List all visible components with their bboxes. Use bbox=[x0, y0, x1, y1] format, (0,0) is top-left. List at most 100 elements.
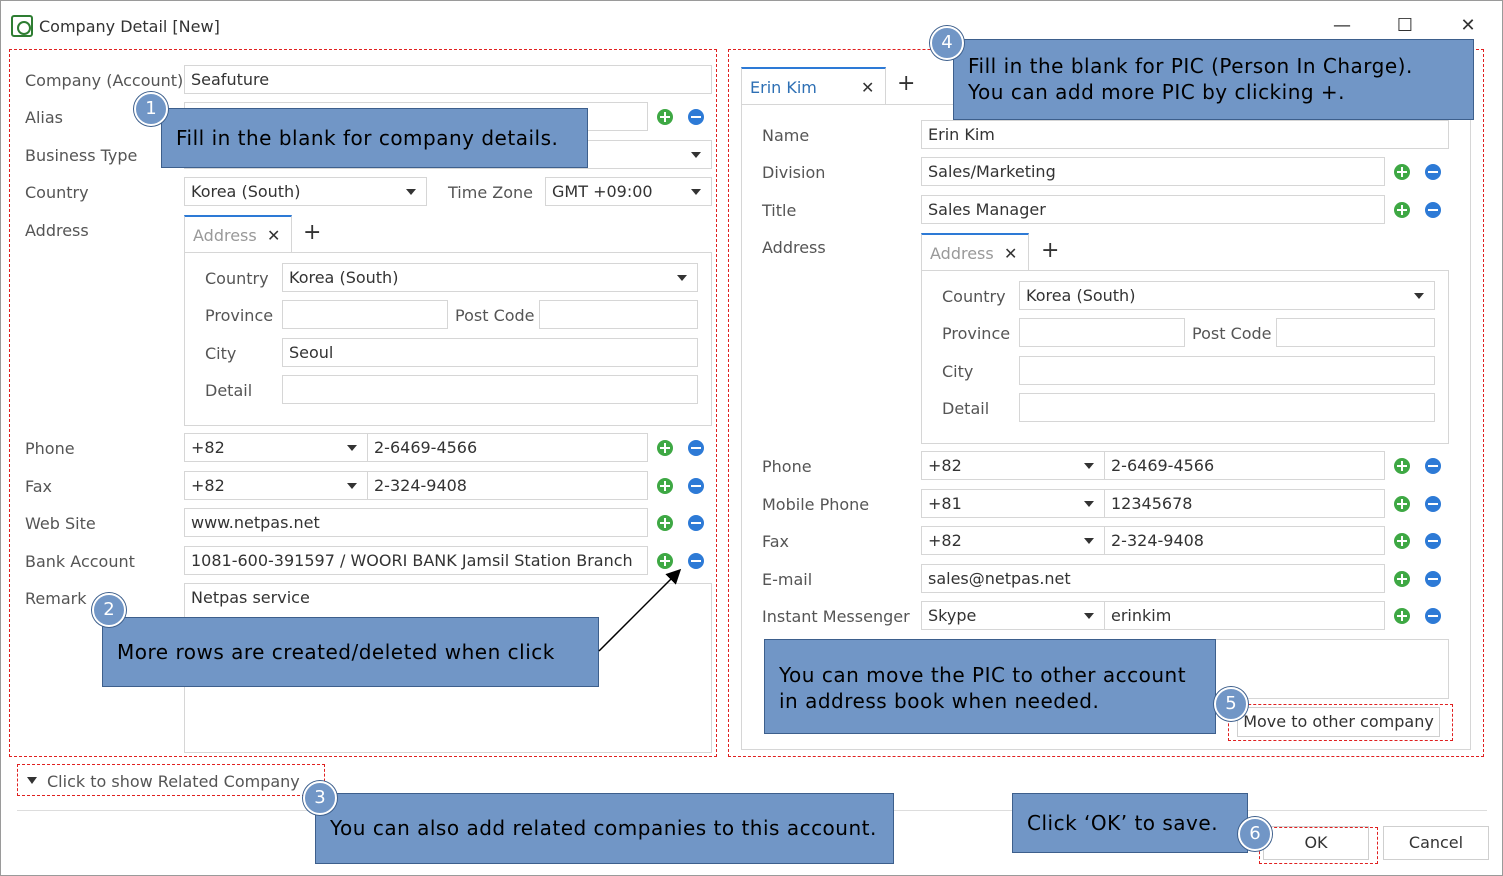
pic-fax-remove-icon[interactable] bbox=[1425, 533, 1441, 549]
minimize-button[interactable]: — bbox=[1327, 13, 1357, 39]
pic-addr-post-code-label: Post Code bbox=[1192, 324, 1272, 343]
bank-account-input[interactable]: 1081-600-391597 / WOORI BANK Jamsil Stat… bbox=[184, 546, 648, 575]
address-tab[interactable]: Address ✕ bbox=[184, 215, 292, 253]
fax-code-select[interactable]: +82 bbox=[184, 471, 368, 500]
window-title: Company Detail [New] bbox=[39, 17, 220, 36]
addr-province-input[interactable] bbox=[282, 300, 448, 329]
pic-fax-code-select[interactable]: +82 bbox=[921, 526, 1105, 555]
pic-im-remove-icon[interactable] bbox=[1425, 608, 1441, 624]
pic-mobile-remove-icon[interactable] bbox=[1425, 496, 1441, 512]
addr-city-input[interactable]: Seoul bbox=[282, 338, 698, 367]
addr-country-select[interactable]: Korea (South) bbox=[282, 263, 698, 292]
addr-detail-input[interactable] bbox=[282, 375, 698, 404]
callout-company-details: Fill in the blank for company details. bbox=[161, 108, 588, 168]
pic-addr-post-code-input[interactable] bbox=[1276, 318, 1435, 347]
step-badge-5: 5 bbox=[1214, 687, 1248, 721]
pic-tab-label: Erin Kim bbox=[750, 78, 817, 97]
pic-add-address-tab-icon[interactable]: + bbox=[1041, 238, 1059, 263]
callout-ok-save: Click ‘OK’ to save. bbox=[1012, 793, 1248, 853]
cancel-button[interactable]: Cancel bbox=[1383, 826, 1489, 860]
division-remove-icon[interactable] bbox=[1425, 164, 1441, 180]
fax-add-icon[interactable] bbox=[657, 478, 673, 494]
company-account-label: Company (Account) bbox=[25, 71, 184, 90]
app-logo-icon bbox=[11, 15, 33, 37]
address-tab-close-icon[interactable]: ✕ bbox=[267, 226, 280, 245]
pic-mobile-input[interactable]: 12345678 bbox=[1104, 489, 1385, 518]
pic-email-label: E-mail bbox=[762, 570, 813, 589]
close-window-button[interactable]: ✕ bbox=[1453, 13, 1483, 39]
pic-address-label: Address bbox=[762, 238, 826, 257]
pic-im-add-icon[interactable] bbox=[1394, 608, 1410, 624]
step-badge-1: 1 bbox=[134, 92, 168, 126]
callout-move-pic-line-1: You can move the PIC to other account bbox=[779, 663, 1187, 687]
pic-im-type-select[interactable]: Skype bbox=[921, 601, 1105, 630]
alias-label: Alias bbox=[25, 108, 63, 127]
address-tab-label: Address bbox=[193, 226, 257, 245]
title-remove-icon[interactable] bbox=[1425, 202, 1441, 218]
web-site-remove-icon[interactable] bbox=[688, 515, 704, 531]
phone-add-icon[interactable] bbox=[657, 440, 673, 456]
move-button-highlight bbox=[1228, 704, 1453, 741]
alias-remove-icon[interactable] bbox=[688, 109, 704, 125]
pic-division-input[interactable]: Sales/Marketing bbox=[921, 157, 1385, 186]
pic-tab-close-icon[interactable]: ✕ bbox=[861, 78, 874, 97]
fax-remove-icon[interactable] bbox=[688, 478, 704, 494]
business-type-label: Business Type bbox=[25, 146, 138, 165]
callout-move-pic-line-2: in address book when needed. bbox=[779, 689, 1100, 713]
pic-addr-country-select[interactable]: Korea (South) bbox=[1019, 281, 1435, 310]
pic-name-input[interactable]: Erin Kim bbox=[921, 120, 1449, 149]
pic-im-input[interactable]: erinkim bbox=[1104, 601, 1385, 630]
pic-phone-input[interactable]: 2-6469-4566 bbox=[1104, 451, 1385, 480]
addr-province-label: Province bbox=[205, 306, 274, 325]
maximize-button[interactable]: ☐ bbox=[1390, 13, 1420, 39]
fax-input[interactable]: 2-324-9408 bbox=[367, 471, 648, 500]
step-badge-3: 3 bbox=[303, 781, 337, 815]
add-address-tab-icon[interactable]: + bbox=[303, 220, 321, 245]
pic-addr-city-input[interactable] bbox=[1019, 356, 1435, 385]
addr-post-code-input[interactable] bbox=[539, 300, 698, 329]
web-site-add-icon[interactable] bbox=[657, 515, 673, 531]
expand-triangle-icon bbox=[27, 777, 37, 784]
country-select[interactable]: Korea (South) bbox=[184, 177, 427, 206]
pic-title-input[interactable]: Sales Manager bbox=[921, 195, 1385, 224]
pic-addr-detail-input[interactable] bbox=[1019, 393, 1435, 422]
division-add-icon[interactable] bbox=[1394, 164, 1410, 180]
callout-rows-create-delete: More rows are created/deleted when click bbox=[102, 617, 599, 687]
web-site-input[interactable]: www.netpas.net bbox=[184, 508, 648, 537]
pic-phone-add-icon[interactable] bbox=[1394, 458, 1410, 474]
pic-addr-province-label: Province bbox=[942, 324, 1011, 343]
addr-detail-label: Detail bbox=[205, 381, 253, 400]
phone-remove-icon[interactable] bbox=[688, 440, 704, 456]
pic-mobile-add-icon[interactable] bbox=[1394, 496, 1410, 512]
pic-email-add-icon[interactable] bbox=[1394, 571, 1410, 587]
pic-address-tab-label: Address bbox=[930, 244, 994, 263]
step-badge-6: 6 bbox=[1238, 817, 1272, 851]
pic-fax-input[interactable]: 2-324-9408 bbox=[1104, 526, 1385, 555]
pic-mobile-code-select[interactable]: +81 bbox=[921, 489, 1105, 518]
pic-addr-province-input[interactable] bbox=[1019, 318, 1185, 347]
callout-pic-line-2: You can add more PIC by clicking +. bbox=[968, 80, 1346, 104]
pic-tab-erin-kim[interactable]: Erin Kim ✕ bbox=[741, 67, 886, 105]
phone-label: Phone bbox=[25, 439, 75, 458]
alias-add-icon[interactable] bbox=[657, 109, 673, 125]
pic-address-tab-close-icon[interactable]: ✕ bbox=[1004, 244, 1017, 263]
address-label: Address bbox=[25, 221, 89, 240]
pic-im-label: Instant Messenger bbox=[762, 607, 910, 626]
remark-label: Remark bbox=[25, 589, 87, 608]
callout-move-pic: You can move the PIC to other account in… bbox=[764, 639, 1216, 734]
time-zone-select[interactable]: GMT +09:00 bbox=[545, 177, 712, 206]
add-pic-tab-icon[interactable]: + bbox=[897, 71, 915, 96]
company-account-input[interactable]: Seafuture bbox=[184, 65, 712, 94]
pic-phone-remove-icon[interactable] bbox=[1425, 458, 1441, 474]
title-add-icon[interactable] bbox=[1394, 202, 1410, 218]
callout-related-companies: You can also add related companies to th… bbox=[315, 793, 894, 864]
related-company-toggle[interactable]: Click to show Related Company bbox=[47, 772, 300, 791]
pic-address-tab[interactable]: Address ✕ bbox=[921, 233, 1029, 271]
pic-phone-code-select[interactable]: +82 bbox=[921, 451, 1105, 480]
phone-code-select[interactable]: +82 bbox=[184, 433, 368, 462]
phone-input[interactable]: 2-6469-4566 bbox=[367, 433, 648, 462]
pic-email-remove-icon[interactable] bbox=[1425, 571, 1441, 587]
step-badge-2: 2 bbox=[92, 593, 126, 627]
pic-email-input[interactable]: sales@netpas.net bbox=[921, 564, 1385, 593]
pic-fax-add-icon[interactable] bbox=[1394, 533, 1410, 549]
